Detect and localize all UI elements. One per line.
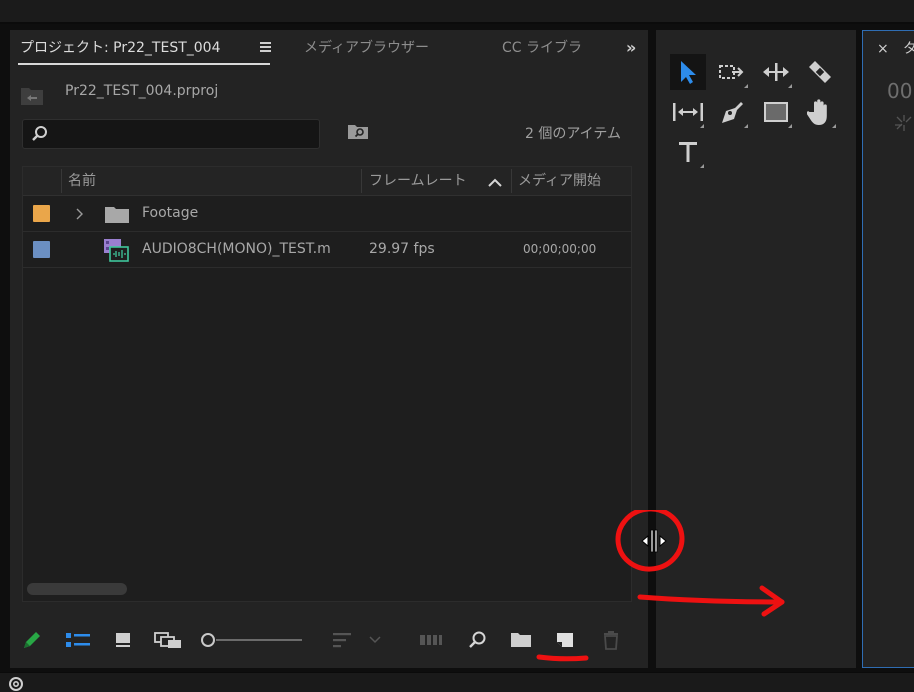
- table-header: 名前 フレームレート メディア開始: [23, 167, 631, 196]
- zoom-slider-handle[interactable]: [201, 633, 215, 647]
- horizontal-scrollbar[interactable]: [27, 583, 127, 595]
- chevron-down-icon[interactable]: [368, 620, 382, 660]
- column-separator: [361, 169, 362, 193]
- track-select-icon[interactable]: [714, 54, 750, 90]
- snap-icon[interactable]: [893, 113, 914, 133]
- folder-icon: [105, 207, 129, 223]
- slip-icon[interactable]: [670, 94, 706, 130]
- item-name[interactable]: Footage: [142, 196, 198, 231]
- selection-tool-icon[interactable]: [670, 54, 706, 90]
- rectangle-icon[interactable]: [758, 94, 794, 130]
- label-color-swatch[interactable]: [33, 241, 50, 258]
- tab-project[interactable]: プロジェクト: Pr22_TEST_004: [20, 30, 221, 66]
- tab-cc-libraries[interactable]: CC ライブラ: [502, 30, 590, 66]
- sort-icon[interactable]: [330, 620, 354, 660]
- column-header-media-start[interactable]: メディア開始: [518, 167, 601, 195]
- column-separator: [511, 169, 512, 193]
- ripple-edit-icon[interactable]: [758, 54, 794, 90]
- search-icon: [32, 126, 47, 141]
- tab-timeline[interactable]: タ: [903, 38, 914, 58]
- new-bin-icon[interactable]: [508, 620, 534, 660]
- list-view-icon[interactable]: [64, 620, 92, 660]
- project-file-icon: [21, 88, 43, 105]
- sort-ascending-icon[interactable]: [487, 177, 503, 187]
- table-row[interactable]: Footage: [23, 196, 631, 232]
- column-separator: [61, 169, 62, 193]
- chevron-right-icon[interactable]: [75, 208, 83, 220]
- timeline-panel: × タ 00: [862, 30, 914, 668]
- search-input[interactable]: [22, 119, 320, 149]
- resize-cursor-icon: [641, 529, 667, 553]
- item-name[interactable]: AUDIO8CH(MONO)_TEST.m: [142, 232, 331, 267]
- zoom-slider-track[interactable]: [216, 639, 302, 641]
- more-tabs-icon[interactable]: »: [626, 38, 636, 57]
- column-header-name[interactable]: 名前: [68, 167, 96, 195]
- icon-view-icon[interactable]: [112, 620, 134, 660]
- panel-menu-icon[interactable]: [260, 42, 271, 52]
- label-color-swatch[interactable]: [33, 205, 50, 222]
- find-icon[interactable]: [347, 124, 369, 140]
- pen-icon[interactable]: [714, 94, 750, 130]
- item-frame-rate: 29.97 fps: [369, 241, 435, 257]
- active-tab-underline: [18, 63, 270, 65]
- freeform-view-icon[interactable]: [152, 620, 184, 660]
- close-icon[interactable]: ×: [877, 41, 889, 57]
- pencil-icon[interactable]: [20, 620, 44, 660]
- clip-icon: [104, 239, 129, 262]
- column-header-frame-rate[interactable]: フレームレート: [369, 167, 467, 195]
- item-count: 2 個のアイテム: [525, 126, 621, 142]
- creative-cloud-icon[interactable]: [6, 677, 26, 691]
- hand-icon[interactable]: [802, 94, 838, 130]
- top-panel-strip: [0, 0, 914, 24]
- table-row[interactable]: AUDIO8CH(MONO)_TEST.m 29.97 fps 00;00;00…: [23, 232, 631, 268]
- automate-to-sequence-icon[interactable]: [418, 620, 444, 660]
- item-media-start: 00;00;00;00: [523, 242, 597, 256]
- project-file-name: Pr22_TEST_004.prproj: [65, 83, 219, 99]
- find-icon[interactable]: [466, 620, 488, 660]
- status-bar: [0, 672, 914, 692]
- type-icon[interactable]: [670, 134, 706, 170]
- razor-icon[interactable]: [802, 54, 838, 90]
- timecode-display[interactable]: 00: [887, 79, 912, 103]
- tab-media-browser[interactable]: メディアブラウザー: [304, 30, 429, 66]
